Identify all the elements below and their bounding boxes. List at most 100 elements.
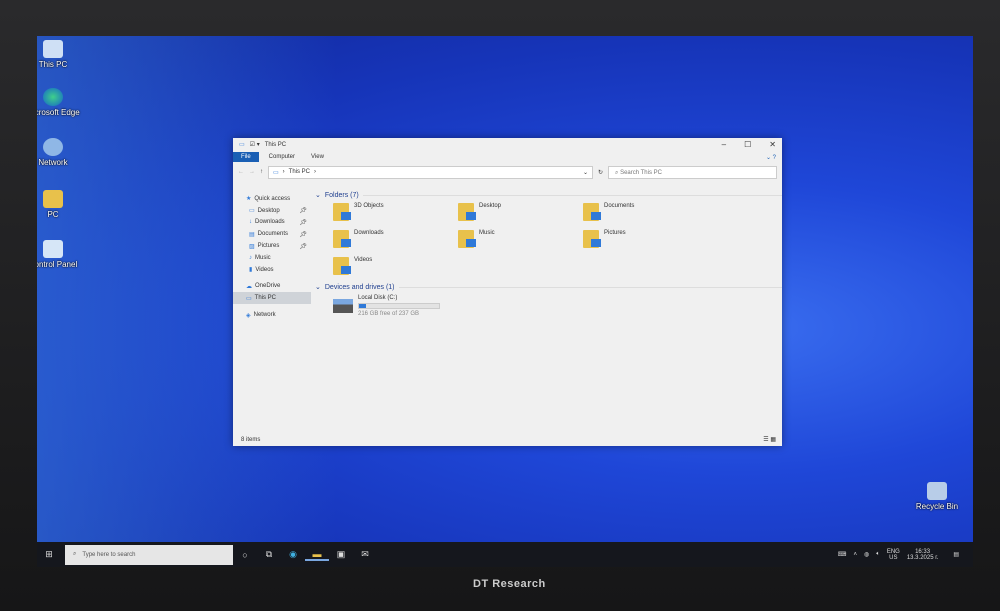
nav-item-music[interactable]: ♪ Music [233, 252, 311, 264]
file-explorer-window: ▭ ☑ ▾ This PC – ☐ ✕ File Computer View ⌄ ?… [233, 138, 782, 446]
nav-icon: ▭ [246, 295, 252, 302]
nav-icon: ☁ [246, 283, 252, 290]
keyboard-icon[interactable]: ⌨ [838, 551, 847, 558]
tab-file[interactable]: File [233, 152, 259, 162]
folder-desktop[interactable]: Desktop [458, 203, 583, 221]
desktop-icon-recycle-bin[interactable]: Recycle Bin [909, 482, 965, 511]
desktop-icon-this-pc[interactable]: This PC [37, 40, 81, 69]
tab-computer[interactable]: Computer [263, 152, 301, 162]
search-icon: ⌕ [73, 551, 77, 557]
folder-icon [333, 203, 351, 221]
desktop-icon-network[interactable]: Network [37, 138, 81, 167]
pin-icon[interactable]: 📌︎ [299, 243, 307, 250]
nav-icon: ▤ [249, 231, 255, 238]
drive-free-space: 216 GB free of 237 GB [358, 311, 420, 317]
nav-icon: ♪ [249, 254, 252, 261]
nav-item-downloads[interactable]: ↓ Downloads 📌︎ [233, 217, 311, 229]
store-icon[interactable]: ▣ [329, 549, 353, 560]
forward-button[interactable]: → [249, 169, 255, 175]
folder-icon [458, 203, 476, 221]
drive-icon [333, 299, 353, 313]
title-bar: ▭ ☑ ▾ This PC – ☐ ✕ [233, 138, 782, 151]
taskbar-search[interactable]: ⌕ Type here to search [65, 544, 233, 565]
task-view-icon[interactable]: ⧉ [257, 549, 281, 560]
folder-music[interactable]: Music [458, 230, 583, 248]
taskbar: ⊞ ⌕ Type here to search ○ ⧉ ◉ ▬ ▣ ✉ ⌨ ˄ ◍… [37, 542, 973, 567]
up-button[interactable]: ↑ [260, 169, 263, 175]
desktop-icon-edge[interactable]: Microsoft Edge [37, 88, 81, 117]
clock[interactable]: 16:33 13.3.2025 г. [907, 549, 938, 561]
edge-icon [43, 88, 63, 106]
refresh-button[interactable]: ↻ [598, 169, 603, 176]
nav-item-pictures[interactable]: ▨ Pictures 📌︎ [233, 240, 311, 252]
nav-item-documents[interactable]: ▤ Documents 📌︎ [233, 228, 311, 240]
control-panel-icon [43, 240, 63, 258]
pin-icon[interactable]: 📌︎ [299, 231, 307, 238]
mail-icon[interactable]: ✉ [353, 549, 377, 560]
folder-documents[interactable]: Documents [583, 203, 708, 221]
folder-icon [458, 230, 476, 248]
brand-logo: DT Research [473, 578, 546, 590]
cortana-icon[interactable]: ○ [233, 550, 257, 560]
edge-taskbar-icon[interactable]: ◉ [281, 549, 305, 560]
language-indicator[interactable]: ENG US [887, 549, 900, 561]
tab-view[interactable]: View [305, 152, 330, 162]
nav-icon: ↓ [249, 219, 252, 226]
nav-icon: ★ [246, 196, 252, 203]
folders-group-header[interactable]: ⌄ Folders (7) [315, 191, 782, 200]
quick-access-toolbar-icon[interactable]: ☑ ▾ [250, 141, 260, 148]
minimize-button[interactable]: – [722, 140, 726, 149]
folder-pictures[interactable]: Pictures [583, 230, 708, 248]
folder-downloads[interactable]: Downloads [333, 230, 458, 248]
nav-item-quick-access[interactable]: ★ Quick access [233, 193, 311, 205]
computer-icon [43, 40, 63, 58]
nav-item-videos[interactable]: ▮ Videos [233, 264, 311, 276]
folder-videos[interactable]: Videos [333, 257, 458, 275]
close-button[interactable]: ✕ [769, 140, 776, 149]
navigation-pane: ★ Quick access ▭ Desktop 📌︎ ↓ Downloads 📌︎ ▤ Docu… [233, 193, 311, 321]
desktop-icon-pc[interactable]: PC [37, 190, 81, 219]
search-input[interactable]: ⌕ Search This PC [608, 165, 777, 179]
user-folder-icon [43, 190, 63, 208]
notifications-icon[interactable]: ▤ [953, 551, 959, 558]
desktop: This PC Microsoft Edge Network PC Contro… [37, 36, 973, 567]
nav-icon: ▨ [249, 243, 255, 250]
view-toggle-icons[interactable]: ☰ ▦ [763, 436, 776, 443]
pin-icon[interactable]: 📌︎ [299, 207, 307, 214]
folder-icon [583, 230, 601, 248]
status-bar-count: 8 items [241, 437, 261, 443]
pin-icon[interactable]: 📌︎ [299, 219, 307, 226]
nav-item-network[interactable]: ◈ Network [233, 309, 311, 321]
drives-group-header[interactable]: ⌄ Devices and drives (1) [315, 283, 782, 292]
nav-item-this-pc[interactable]: ▭ This PC [233, 292, 311, 305]
folder-3d-objects[interactable]: 3D Objects [333, 203, 458, 221]
nav-icon: ◈ [246, 312, 251, 319]
file-explorer-taskbar-icon[interactable]: ▬ [305, 549, 329, 561]
network-tray-icon[interactable]: ◍ [864, 551, 869, 558]
content-pane: ⌄ Folders (7) 3D Objects Desktop Documents… [313, 188, 782, 318]
address-bar[interactable]: ▭ › This PC › ⌄ [268, 165, 593, 179]
desktop-icon-control-panel[interactable]: Control Panel [37, 240, 81, 269]
help-icon[interactable]: ⌄ ? [760, 152, 782, 163]
maximize-button[interactable]: ☐ [744, 140, 751, 149]
chevron-up-icon[interactable]: ˄ [853, 552, 857, 558]
volume-icon[interactable]: 🔈︎ [876, 551, 880, 558]
breadcrumb-this-pc[interactable]: This PC [289, 169, 310, 175]
computer-icon: ▭ [273, 169, 279, 176]
address-row: ← → ↑ ▭ › This PC › ⌄ ↻ ⌕ Search This PC [233, 163, 782, 181]
drive-usage-bar [358, 303, 440, 309]
chevron-down-icon[interactable]: ⌄ [583, 169, 588, 176]
network-icon [43, 138, 63, 156]
drive-item[interactable]: Local Disk (C:) 216 GB free of 237 GB [333, 295, 782, 317]
back-button[interactable]: ← [238, 169, 244, 175]
drive-name: Local Disk (C:) [358, 295, 398, 301]
window-title: This PC [264, 141, 287, 148]
start-button[interactable]: ⊞ [37, 549, 61, 560]
recycle-bin-icon [927, 482, 947, 500]
folders-grid: 3D Objects Desktop Documents Downloads Music… [333, 203, 782, 275]
nav-item-desktop[interactable]: ▭ Desktop 📌︎ [233, 205, 311, 217]
computer-icon: ▭ [239, 142, 245, 148]
folder-icon [333, 230, 351, 248]
nav-icon: ▮ [249, 267, 253, 274]
nav-item-onedrive[interactable]: ☁ OneDrive [233, 281, 311, 293]
